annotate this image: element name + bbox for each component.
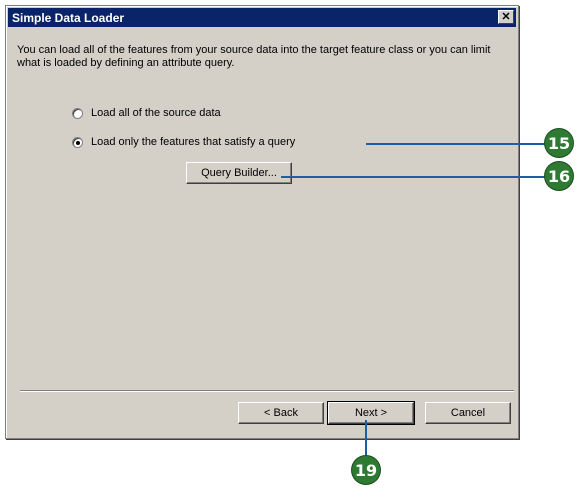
next-button[interactable]: Next >	[327, 401, 415, 425]
cancel-button[interactable]: Cancel	[425, 402, 511, 424]
callout-line-c	[365, 420, 367, 456]
callout-line-a	[366, 143, 546, 145]
option-load-query[interactable]: Load only the features that satisfy a qu…	[72, 136, 295, 148]
callout-number-c: 19	[354, 460, 378, 480]
callout-number-b: 16	[547, 166, 571, 186]
radio-load-query[interactable]	[72, 136, 83, 148]
callout-line-b	[281, 176, 546, 178]
option-load-query-label: Load only the features that satisfy a qu…	[91, 136, 296, 148]
title-bar[interactable]: Simple Data Loader ✕	[8, 8, 516, 27]
description-text: You can load all of the features from yo…	[17, 44, 491, 69]
cancel-label: Cancel	[450, 407, 486, 419]
option-load-all-label: Load all of the source data	[91, 107, 221, 119]
back-button[interactable]: < Back	[238, 402, 324, 424]
callout-number-a: 15	[547, 133, 571, 153]
back-label: < Back	[264, 407, 298, 419]
close-icon: ✕	[501, 10, 511, 23]
query-builder-button[interactable]: Query Builder...	[186, 162, 292, 184]
callout-badge-b: 16	[545, 162, 573, 190]
next-label: Next >	[354, 407, 388, 419]
callout-badge-c: 19	[352, 456, 380, 484]
callout-badge-a: 15	[545, 129, 573, 157]
query-builder-label: Query Builder...	[201, 167, 277, 179]
close-button[interactable]: ✕	[498, 10, 514, 24]
radio-load-all[interactable]	[72, 107, 83, 119]
option-load-all[interactable]: Load all of the source data	[72, 107, 221, 119]
window-title: Simple Data Loader	[12, 10, 125, 25]
simple-data-loader-dialog: Simple Data Loader ✕ You can load all of…	[5, 5, 519, 439]
footer-separator	[20, 390, 514, 392]
